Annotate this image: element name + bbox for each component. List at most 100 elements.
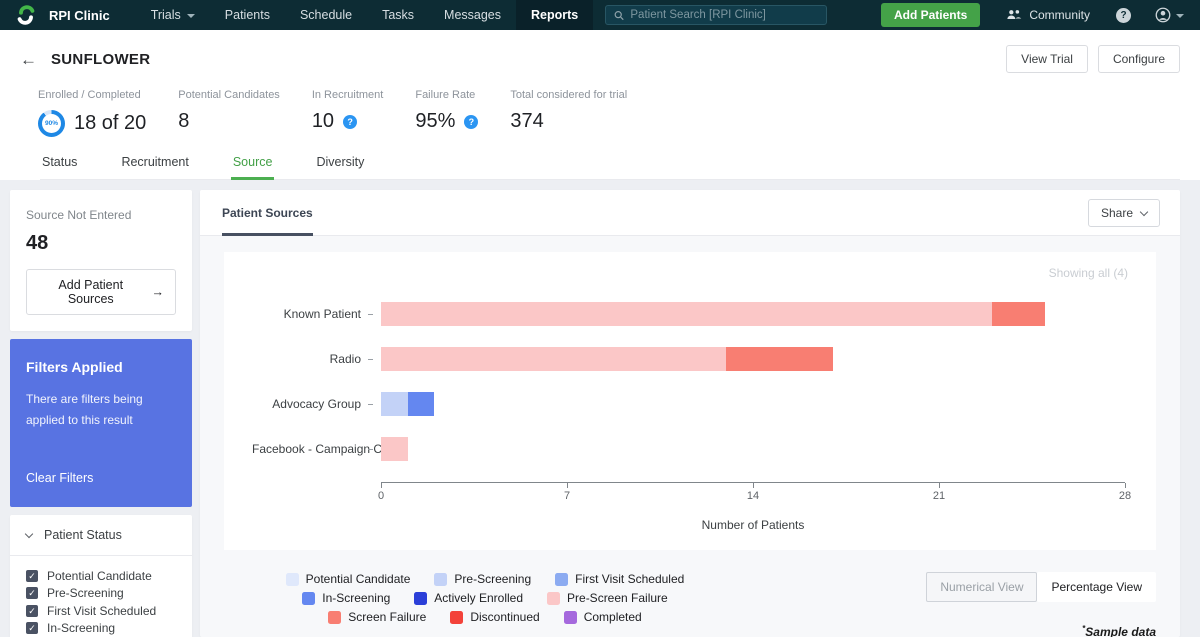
stat-value-row: 8 [178,110,280,133]
legend-swatch [286,573,299,586]
nav-menu: Trials Patients Schedule Tasks Messages Repor… [136,0,594,30]
tab-patient-sources[interactable]: Patient Sources [222,190,313,236]
tab-source[interactable]: Source [231,155,275,179]
numerical-view-button[interactable]: Numerical View [926,572,1037,602]
chart-footer: Potential CandidatePre-ScreeningFirst Vi… [224,572,1156,637]
legend-label: Screen Failure [348,610,426,624]
nav-item-label: Patients [225,8,270,22]
chart-row-0: Known Patient [252,302,1128,326]
community-people-icon [1006,9,1022,21]
nav-item-reports[interactable]: Reports [516,0,593,30]
clinic-name[interactable]: RPI Clinic [49,8,110,23]
add-patient-sources-button[interactable]: Add Patient Sources → [26,269,176,315]
showing-all-label: Showing all (4) [252,266,1128,286]
bar-track [381,302,1125,326]
axis-tick-mark [1125,483,1126,488]
nav-item-trials[interactable]: Trials [136,0,210,30]
status-option-2[interactable]: ✓First Visit Scheduled [26,605,176,617]
patient-status-card: Patient Status ✓Potential Candidate✓Pre-… [10,515,192,637]
arrow-right-icon: → [152,285,165,299]
chart-category-label: Known Patient [252,307,361,321]
legend-swatch [414,592,427,605]
app-logo-icon[interactable] [15,4,37,26]
legend-item-potential-candidate: Potential Candidate [286,572,411,586]
source-not-entered-card: Source Not Entered 48 Add Patient Source… [10,190,192,331]
chevron-down-icon [25,529,33,537]
stat-value: 95% [415,110,455,133]
checkbox-checked-icon[interactable]: ✓ [26,605,38,617]
checkbox-checked-icon[interactable]: ✓ [26,570,38,582]
stat-value: 8 [178,110,189,133]
nav-item-messages[interactable]: Messages [429,0,516,30]
legend-swatch [302,592,315,605]
caret-down-icon [187,14,195,18]
bar-segment-in-screening[interactable] [408,392,435,416]
bar-segment-pre-screening[interactable] [381,392,408,416]
trial-header: ← SUNFLOWER View Trial Configure Enrolle… [0,30,1200,180]
bar-segment-screen-failure[interactable] [726,347,832,371]
stat-value-row: 10? [312,110,384,133]
panel-tab-bar: Patient Sources Share [200,190,1180,236]
clear-filters-link[interactable]: Clear Filters [26,471,176,485]
stat-label: In Recruitment [312,89,384,101]
axis-tick-mark [939,483,940,488]
nav-item-tasks[interactable]: Tasks [367,0,429,30]
bar-segment-pre-screen-failure[interactable] [381,347,726,371]
legend-item-screen-failure: Screen Failure [328,610,426,624]
bar-track [381,392,1125,416]
community-link[interactable]: Community [1006,8,1090,22]
percentage-view-button[interactable]: Percentage View [1037,572,1156,602]
status-option-1[interactable]: ✓ Pre-Screening [26,588,176,600]
legend-item-discontinued: Discontinued [450,610,539,624]
checkbox-checked-icon[interactable]: ✓ [26,587,38,599]
view-trial-button[interactable]: View Trial [1006,45,1088,73]
stat-value: 10 [312,110,334,133]
sample-data-label: Sample data [1085,625,1156,637]
filters-sidebar: Source Not Entered 48 Add Patient Source… [10,190,192,637]
axis-tick-label: 0 [378,490,384,502]
bar-track [381,437,1125,461]
bar-segment-pre-screen-failure[interactable] [381,437,408,461]
stat-1: Potential Candidates8 [178,89,280,137]
status-option-label: Pre-Screening [47,586,124,600]
patient-search-box[interactable] [605,5,827,25]
tab-diversity[interactable]: Diversity [314,155,366,179]
nav-item-label: Reports [531,8,578,22]
back-arrow-icon[interactable]: ← [20,51,37,68]
stat-label: Enrolled / Completed [38,89,146,101]
nav-item-schedule[interactable]: Schedule [285,0,367,30]
checkbox-checked-icon[interactable]: ✓ [26,622,38,634]
stat-2: In Recruitment 10? [312,89,384,137]
info-icon[interactable]: ? [464,115,478,129]
category-tick [361,404,381,405]
nav-right-cluster: Add Patients Community ? [881,3,1200,27]
patient-search-input[interactable] [630,9,818,21]
tab-status[interactable]: Status [40,155,79,179]
patient-sources-panel: Patient Sources Share Showing all (4) Kn… [200,190,1180,637]
search-icon [614,10,624,21]
configure-button[interactable]: Configure [1098,45,1180,73]
nav-item-patients[interactable]: Patients [210,0,285,30]
info-icon[interactable]: ? [343,115,357,129]
status-option-0[interactable]: ✓Potential Candidate [26,570,176,582]
share-button[interactable]: Share [1088,199,1160,227]
legend-swatch [434,573,447,586]
status-option-3[interactable]: ✓In-Screening [26,623,176,635]
filters-applied-card: Filters Applied There are filters being … [10,339,192,507]
account-menu[interactable] [1155,7,1184,23]
bar-segment-pre-screen-failure[interactable] [381,302,992,326]
legend-item-pre-screen-failure: Pre-Screen Failure [547,591,668,605]
add-patients-button[interactable]: Add Patients [881,3,980,27]
legend-item-completed: Completed [564,610,642,624]
bar-segment-screen-failure[interactable] [992,302,1045,326]
help-icon[interactable]: ? [1116,8,1131,23]
nav-item-label: Schedule [300,8,352,22]
chart-legend: Potential CandidatePre-ScreeningFirst Vi… [250,572,720,637]
nav-item-label: Messages [444,8,501,22]
tab-recruitment[interactable]: Recruitment [119,155,190,179]
axis-tick-label: 21 [933,490,945,502]
legend-item-actively-enrolled: Actively Enrolled [414,591,523,605]
legend-label: Completed [584,610,642,624]
patient-status-header[interactable]: Patient Status [10,515,192,556]
community-label: Community [1029,8,1090,22]
